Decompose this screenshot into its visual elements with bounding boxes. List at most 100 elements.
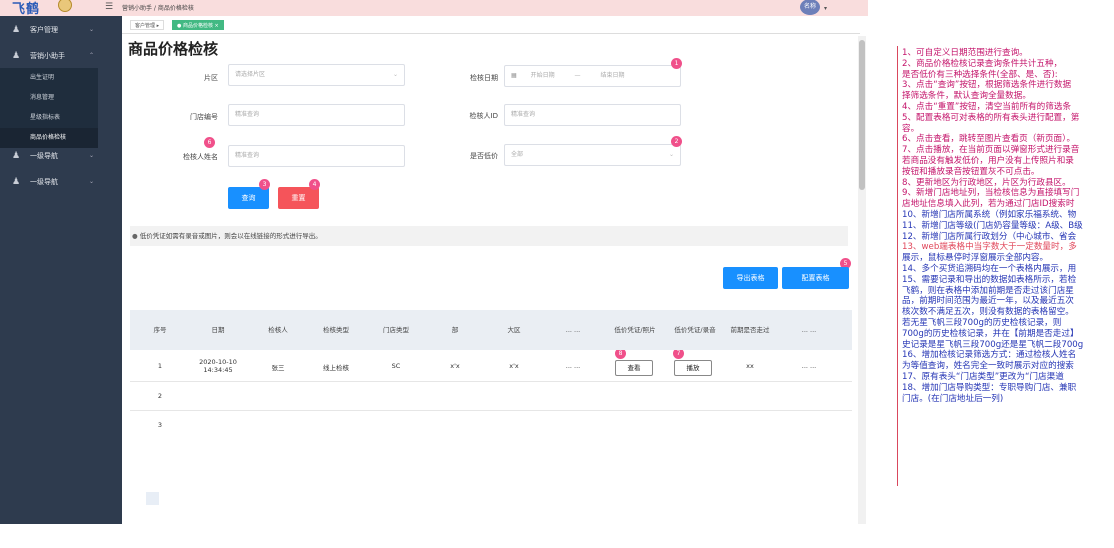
low-price-select[interactable]: 全部 ⌄	[504, 144, 681, 166]
column-header-region[interactable]: 大区	[488, 310, 540, 350]
chevron-down-icon: ⌄	[392, 71, 398, 78]
reset-button[interactable]: 重置	[278, 187, 319, 209]
avatar[interactable]: 名称	[800, 0, 820, 15]
note-line: 是否低价有三种选择条件(全部、是、否):	[902, 69, 1058, 80]
calendar-icon: ▦	[511, 72, 517, 79]
cell-index: 3	[157, 421, 163, 429]
note-line: 若商品没有触发低价，用户没有上传照片和录	[902, 156, 1074, 166]
cell-region: x'x	[509, 362, 519, 370]
note-line: 5、配置表格可对表格的所有表头进行配置，第	[902, 112, 1080, 123]
store-label: 门店编号	[190, 113, 218, 121]
note-line: 容。	[902, 123, 920, 134]
chevron-down-icon: ⌄	[88, 152, 94, 159]
note-line: 择筛选条件，默认查询全量数据。	[902, 91, 1031, 102]
column-header-check-type[interactable]: 检核类型	[310, 310, 362, 350]
sidebar-group-customer[interactable]: ♟ 客户管理 ⌄	[0, 20, 122, 40]
row-divider	[130, 410, 852, 411]
mascot-logo-icon	[58, 0, 72, 12]
tags-bar: 客户管理 ▸ ● 商品价格检核 ×	[122, 16, 860, 34]
menu-toggle-icon[interactable]: ☰	[105, 2, 113, 12]
annotation-marker-4: 4	[309, 179, 320, 190]
note-line: 700g的历史检核记录，并在【前期是否走过】	[902, 328, 1079, 339]
sidebar-item-price-check[interactable]: 商品价格检核	[0, 128, 98, 148]
play-audio-button[interactable]: 播放	[674, 360, 712, 376]
user-icon: ♟	[12, 151, 21, 161]
sidebar-item-birth-certificate[interactable]: 出生证明	[0, 68, 98, 88]
column-header-previous[interactable]: 前期是否走过	[722, 310, 778, 350]
cell-previous: xx	[746, 362, 754, 370]
cell-checker: 张三	[271, 364, 285, 372]
breadcrumb: 营销小助手 / 商品价格检核	[122, 5, 194, 12]
note-line: 店地址信息填入此列，若为通过门店ID搜索时	[902, 199, 1075, 210]
column-header-photo[interactable]: 低价凭证/照片	[604, 310, 666, 350]
note-line: 11、新增门店等级(门店奶容量等级：A级、B级	[902, 220, 1083, 231]
brand-logo[interactable]: 飞鹤	[12, 0, 40, 17]
query-button[interactable]: 查询	[228, 187, 269, 209]
sidebar-item-star-index[interactable]: 星级指标表	[0, 108, 98, 128]
sidebar-group-label: 营销小助手	[30, 52, 65, 60]
column-header-checker[interactable]: 检核人	[254, 310, 302, 350]
note-line: 若无星飞帆三段700g的历史检核记录，则	[902, 318, 1062, 328]
annotation-marker-6: 6	[204, 137, 215, 148]
sidebar-group-marketing[interactable]: ♟ 营销小助手 ⌃	[0, 46, 122, 66]
column-header-more-2[interactable]: ... ...	[784, 310, 834, 350]
note-line: 核次数不满足五次，则没有数据的表格留空。	[902, 307, 1074, 318]
region-select[interactable]: 请选择片区 ⌄	[228, 64, 405, 86]
annotation-marker-3: 3	[259, 179, 270, 190]
checker-id-input[interactable]: 精准查询	[504, 104, 681, 126]
top-bar: 飞鹤 ☰ 营销小助手 / 商品价格检核 名称 ▾	[0, 0, 868, 17]
tag-current[interactable]: ● 商品价格检核 ×	[172, 20, 224, 30]
row-divider	[130, 381, 852, 382]
column-header-dept[interactable]: 部	[430, 310, 480, 350]
user-icon: ♟	[12, 25, 21, 35]
caret-down-icon[interactable]: ▾	[824, 5, 827, 12]
note-line: 18、增加门店导购类型：专职导购门店、兼职	[902, 382, 1077, 393]
export-table-button[interactable]: 导出表格	[723, 267, 778, 289]
note-line: 9、新增门店地址列，当检核信息为直接填写门	[902, 188, 1080, 199]
cell-more: ... ...	[565, 362, 581, 370]
note-line: 3、点击“查询”按钮，根据筛选条件进行数据	[902, 80, 1072, 91]
column-header-store-type[interactable]: 门店类型	[370, 310, 422, 350]
note-line: 2、商品价格检核记录查询条件共计五种，	[902, 58, 1063, 69]
note-line: 8、更新地区为行政地区，片区为行政县区。	[902, 177, 1071, 188]
column-header-more[interactable]: ... ...	[548, 310, 598, 350]
checker-name-label: 检核人姓名	[183, 153, 218, 161]
chevron-down-icon: ⌄	[668, 151, 674, 158]
sidebar-group-nav-2[interactable]: ♟ 一级导航 ⌄	[0, 172, 122, 192]
sidebar-group-nav-1[interactable]: ♟ 一级导航 ⌄	[0, 146, 122, 166]
date-label: 检核日期	[470, 74, 498, 82]
column-header-index[interactable]: 序号	[138, 310, 182, 350]
low-price-label: 是否低价	[470, 152, 498, 160]
note-line: 飞鹤，则在表格中添加前期是否走过该门店星	[902, 285, 1074, 296]
cell-index: 1	[157, 362, 163, 370]
cell-check-type: 线上检核	[323, 364, 349, 372]
tag-customer[interactable]: 客户管理 ▸	[130, 20, 165, 30]
note-line: 17、原有表头“门店类型”更改为“门店渠道	[902, 372, 1064, 382]
notice-text: 低价凭证如需有录音或图片，则会以在线链接的形式进行导出。	[139, 232, 322, 240]
sidebar-item-messages[interactable]: 消息管理	[0, 88, 98, 108]
annotation-marker-2: 2	[671, 136, 682, 147]
table-header: 序号 日期 检核人 检核类型 门店类型 部 大区 ... ... 低价凭证/照片…	[130, 310, 852, 350]
config-table-button[interactable]: 配置表格	[782, 267, 849, 289]
column-header-date[interactable]: 日期	[192, 310, 244, 350]
cell-index: 2	[157, 392, 163, 400]
note-line: 7、点击播放，在当前页面以弹窗形式进行录音	[902, 145, 1080, 156]
chevron-down-icon: ⌄	[88, 178, 94, 185]
store-input[interactable]: 精准查询	[228, 104, 405, 126]
checker-name-input[interactable]: 精准查询	[228, 145, 405, 167]
note-line: 16、增加检核记录筛选方式：通过检核人姓名	[902, 350, 1077, 361]
note-line: 展示，鼠标悬停时浮窗展示全部内容。	[902, 253, 1049, 264]
note-line: 6、点击查看，跳转至图片查看页（新页面）。	[902, 134, 1076, 145]
column-header-audio[interactable]: 低价凭证/录音	[664, 310, 726, 350]
sidebar: ♟ 客户管理 ⌄ ♟ 营销小助手 ⌃ 出生证明 消息管理 星级指标表 商品价格检…	[0, 16, 122, 524]
scrollbar-thumb[interactable]	[859, 40, 865, 190]
view-photo-button[interactable]: 查看	[615, 360, 653, 376]
date-sep: —	[574, 72, 581, 79]
date-range-picker[interactable]: ▦ 开始日期 — 结束日期	[504, 65, 681, 87]
cell-store-type: SC	[391, 362, 401, 370]
date-start: 开始日期	[530, 72, 555, 79]
checker-id-label: 检核人ID	[469, 112, 498, 120]
sidebar-group-label: 一级导航	[30, 152, 58, 160]
user-icon: ♟	[12, 177, 21, 187]
notice-bar: ● 低价凭证如需有录音或图片，则会以在线链接的形式进行导出。	[130, 226, 848, 246]
